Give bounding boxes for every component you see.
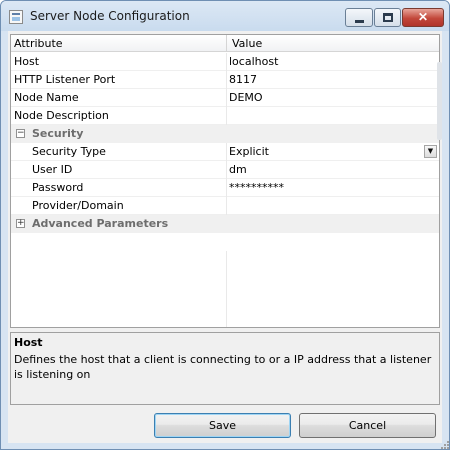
attribute-label: Password (32, 181, 84, 194)
property-grid: Attribute Value Host localhost HTTP List… (10, 34, 440, 328)
group-label-advanced-parameters: Advanced Parameters (32, 217, 169, 230)
group-advanced-parameters[interactable]: + Advanced Parameters (11, 215, 439, 233)
attribute-label: Node Name (14, 91, 79, 104)
empty-area-divider (226, 251, 227, 327)
row-provider-domain[interactable]: Provider/Domain (11, 197, 439, 215)
cancel-button[interactable]: Cancel (299, 413, 436, 438)
window-icon (9, 10, 23, 24)
attribute-label: HTTP Listener Port (14, 73, 116, 86)
description-text: Defines the host that a client is connec… (14, 353, 432, 381)
attribute-label: Host (14, 55, 40, 68)
cell-divider (226, 71, 227, 89)
user-id-value[interactable]: dm (229, 163, 429, 176)
cell-divider (226, 143, 227, 161)
group-label-security: Security (32, 127, 84, 140)
http-listener-port-value[interactable]: 8117 (229, 73, 429, 86)
maximize-button[interactable] (374, 8, 401, 27)
cell-divider (226, 179, 227, 197)
cell-divider (226, 107, 227, 125)
attribute-label: User ID (32, 163, 73, 176)
description-title: Host (14, 336, 43, 349)
row-user-id[interactable]: User ID dm (11, 161, 439, 179)
attribute-label: Node Description (14, 109, 109, 122)
row-password[interactable]: Password ********** (11, 179, 439, 197)
window-title: Server Node Configuration (30, 9, 190, 23)
dialog-body: Attribute Value Host localhost HTTP List… (8, 31, 442, 443)
column-divider[interactable] (226, 35, 227, 52)
host-value[interactable]: localhost (229, 55, 429, 68)
close-icon: ✕ (417, 10, 429, 24)
expand-icon[interactable]: + (16, 219, 25, 228)
grid-rows: Host localhost HTTP Listener Port 8117 N… (11, 53, 439, 233)
column-header-value[interactable]: Value (232, 37, 262, 50)
password-value[interactable]: ********** (229, 181, 429, 194)
row-node-description[interactable]: Node Description (11, 107, 439, 125)
row-security-type[interactable]: Security Type Explicit ▼ (11, 143, 439, 161)
title-bar[interactable]: Server Node Configuration ✕ (1, 1, 449, 31)
attribute-label: Security Type (32, 145, 106, 158)
scrollbar-thumb[interactable] (437, 62, 442, 140)
collapse-icon[interactable]: − (16, 129, 25, 138)
attribute-label: Provider/Domain (32, 199, 124, 212)
cell-divider (226, 53, 227, 71)
resize-grip[interactable] (441, 441, 449, 449)
cell-divider (226, 161, 227, 179)
node-name-value[interactable]: DEMO (229, 91, 429, 104)
maximize-icon (383, 13, 393, 22)
row-host[interactable]: Host localhost (11, 53, 439, 71)
cell-divider (226, 197, 227, 215)
dialog-window: Server Node Configuration ✕ Attribute Va… (0, 0, 450, 450)
description-panel: Host Defines the host that a client is c… (10, 332, 440, 405)
minimize-icon (355, 20, 364, 23)
row-http-listener-port[interactable]: HTTP Listener Port 8117 (11, 71, 439, 89)
security-type-value[interactable]: Explicit (229, 145, 429, 158)
minimize-button[interactable] (345, 8, 373, 27)
group-security[interactable]: − Security (11, 125, 439, 143)
row-node-name[interactable]: Node Name DEMO (11, 89, 439, 107)
column-header-attribute[interactable]: Attribute (14, 37, 63, 50)
grid-header: Attribute Value (11, 35, 439, 52)
chevron-down-icon[interactable]: ▼ (424, 145, 437, 158)
close-button[interactable]: ✕ (402, 8, 444, 27)
save-button[interactable]: Save (154, 413, 291, 438)
cell-divider (226, 89, 227, 107)
